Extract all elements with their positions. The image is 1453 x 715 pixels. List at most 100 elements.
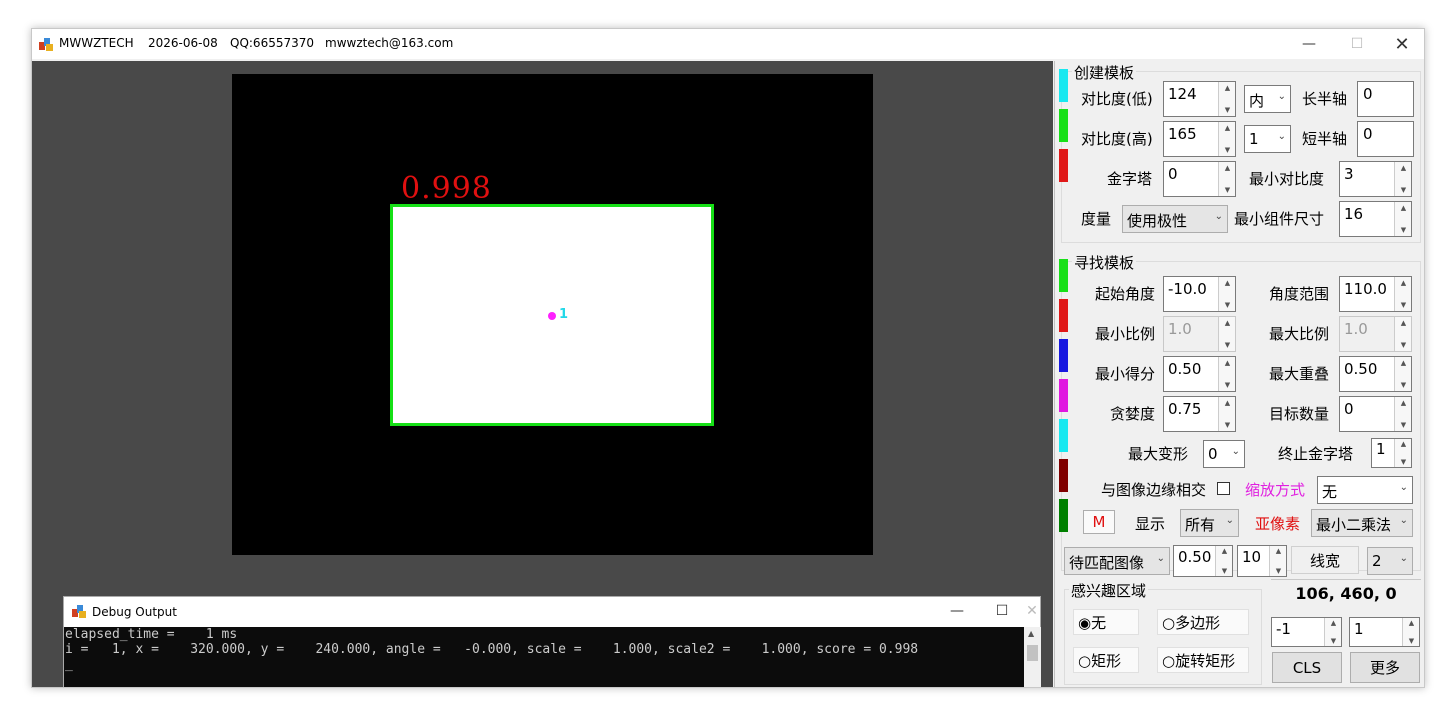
major-axis-input[interactable]: 0 [1357,81,1414,117]
color-bar-blue[interactable] [1059,339,1068,372]
max-overlap-label: 最大重叠 [1269,365,1330,383]
debug-maximize-button[interactable]: ☐ [979,597,1025,625]
color-bar-cyan-2[interactable] [1059,419,1068,452]
border-label: 与图像边缘相交 [1101,481,1207,499]
polarity-select[interactable]: 内 ⌄ [1244,85,1291,113]
major-axis-label: 长半轴 [1302,90,1348,108]
greed-spinner[interactable]: 0.75 ▲ ▼ [1163,396,1236,432]
close-button[interactable]: ✕ [1379,29,1424,59]
polarity2-select[interactable]: 1 ⌄ [1244,125,1291,153]
min-scale-spinner[interactable]: 1.0 ▲ ▼ [1163,316,1236,352]
debug-close-button[interactable]: ✕ [1022,597,1042,625]
num-targets-label: 目标数量 [1269,405,1330,423]
match-id-label: 1 [559,307,569,322]
cls-button[interactable]: CLS [1272,652,1342,683]
subpixel-select[interactable]: 最小二乘法 ⌄ [1311,509,1413,537]
more-button[interactable]: 更多 [1350,652,1420,683]
line-width-select[interactable]: 2 ⌄ [1367,547,1413,575]
color-bar-red-2[interactable] [1059,299,1068,332]
roi-none-radio[interactable]: ◉无 [1073,609,1139,635]
metric-select[interactable]: 使用极性 ⌄ [1122,205,1228,233]
min-contrast-label: 最小对比度 [1249,170,1325,188]
title-email: mwwztech@163.com [325,36,454,50]
debug-title: Debug Output [92,605,177,619]
minor-axis-input[interactable]: 0 [1357,121,1414,157]
color-bar-green-2[interactable] [1059,259,1068,292]
control-panel: 创建模板 对比度(低) 124 ▲ ▼ 内 ⌄ 长半轴 0 对比度(高) 165 ▲ ▼ … [1054,61,1424,687]
roi-rot-rect-radio[interactable]: ○旋转矩形 [1157,647,1249,673]
debug-app-icon [72,605,86,618]
min-contrast-spinner[interactable]: 3 ▲ ▼ [1339,161,1412,197]
min-scale-label: 最小比例 [1095,325,1156,343]
chevron-down-icon: ⌄ [1277,131,1286,142]
stop-pyramid-spinner[interactable]: 1 ▲ ▼ [1371,438,1412,468]
match-image[interactable]: 0.998 1 [232,74,873,555]
num-targets-spinner[interactable]: 0 ▲ ▼ [1339,396,1412,432]
debug-scrollbar[interactable]: ▲ [1024,627,1041,687]
scroll-up-icon[interactable]: ▲ [1028,629,1034,638]
start-angle-label: 起始角度 [1095,285,1156,303]
max-scale-spinner[interactable]: 1.0 ▲ ▼ [1339,316,1412,352]
color-bar-red[interactable] [1059,149,1068,182]
min-score-spinner[interactable]: 0.50 ▲ ▼ [1163,356,1236,392]
chevron-down-icon: ⌄ [1399,553,1408,564]
color-bar-magenta[interactable] [1059,379,1068,412]
minor-axis-label: 短半轴 [1302,130,1348,148]
line-width-label: 线宽 [1291,546,1359,574]
app-name: MWWZTECH [59,36,134,50]
chevron-down-icon: ⌄ [1231,446,1240,457]
greed-label: 贪婪度 [1110,405,1156,423]
max-overlap-spinner[interactable]: 0.50 ▲ ▼ [1339,356,1412,392]
chevron-down-icon: ⌄ [1225,515,1234,526]
m-button[interactable]: M [1083,510,1115,534]
chevron-down-icon: ⌄ [1399,515,1408,526]
scroll-thumb[interactable] [1027,645,1038,661]
debug-console: elapsed_time = 1 ms i = 1, x = 320.000, y… [64,627,1024,687]
border-checkbox[interactable] [1217,482,1230,495]
min-comp-spinner[interactable]: 16 ▲ ▼ [1339,201,1412,237]
maximize-button[interactable]: ☐ [1334,29,1380,59]
display-select[interactable]: 所有 ⌄ [1180,509,1239,537]
scale-mode-label: 缩放方式 [1245,481,1306,499]
coord-b-spinner[interactable]: 1 ▲ ▼ [1349,617,1420,647]
color-bar-darkred[interactable] [1059,459,1068,492]
contrast-low-label: 对比度(低) [1081,90,1153,108]
value2-spinner[interactable]: 10 ▲ ▼ [1237,545,1287,577]
color-bar-darkgreen[interactable] [1059,499,1068,532]
minimize-button[interactable]: — [1286,29,1332,59]
chevron-down-icon: ⌄ [1277,91,1286,102]
create-template-title: 创建模板 [1072,62,1137,83]
min-score-label: 最小得分 [1095,365,1156,383]
max-scale-label: 最大比例 [1269,325,1330,343]
scale-mode-select[interactable]: 无 ⌄ [1317,476,1413,504]
debug-minimize-button[interactable]: — [934,597,980,625]
coord-a-spinner[interactable]: -1 ▲ ▼ [1271,617,1342,647]
start-angle-spinner[interactable]: -10.0 ▲ ▼ [1163,276,1236,312]
max-deform-select[interactable]: 0 ⌄ [1203,440,1245,468]
metric-label: 度量 [1081,210,1112,228]
chevron-down-icon: ⌄ [1214,211,1223,222]
roi-rect-radio[interactable]: ○矩形 [1073,647,1139,673]
color-bar-green[interactable] [1059,109,1068,142]
title-bar: MWWZTECH 2026-06-08 QQ:66557370 mwwztech… [32,29,1424,59]
contrast-high-spinner[interactable]: 165 ▲ ▼ [1163,121,1236,157]
match-score-label: 0.998 [401,171,492,206]
min-comp-label: 最小组件尺寸 [1234,210,1325,228]
source-select[interactable]: 待匹配图像 ⌄ [1064,547,1170,575]
debug-output-window: Debug Output — ☐ ✕ elapsed_time = 1 ms i … [63,596,1042,687]
console-line: elapsed_time = 1 ms [65,627,238,642]
match-center-dot [548,312,556,320]
angle-range-spinner[interactable]: 110.0 ▲ ▼ [1339,276,1412,312]
display-label: 显示 [1135,515,1166,533]
subpixel-label: 亚像素 [1255,515,1301,533]
color-bar-cyan[interactable] [1059,69,1068,102]
pyramid-spinner[interactable]: 0 ▲ ▼ [1163,161,1236,197]
chevron-down-icon: ⌄ [1156,553,1165,564]
roi-polygon-radio[interactable]: ○多边形 [1157,609,1249,635]
pyramid-label: 金字塔 [1107,170,1153,188]
stop-pyramid-label: 终止金字塔 [1278,445,1354,463]
contrast-low-spinner[interactable]: 124 ▲ ▼ [1163,81,1236,117]
value1-spinner[interactable]: 0.50 ▲ ▼ [1173,545,1233,577]
main-window: MWWZTECH 2026-06-08 QQ:66557370 mwwztech… [31,28,1425,688]
image-viewport[interactable]: 0.998 1 Debug Output — ☐ ✕ elapsed_time … [32,61,1053,687]
